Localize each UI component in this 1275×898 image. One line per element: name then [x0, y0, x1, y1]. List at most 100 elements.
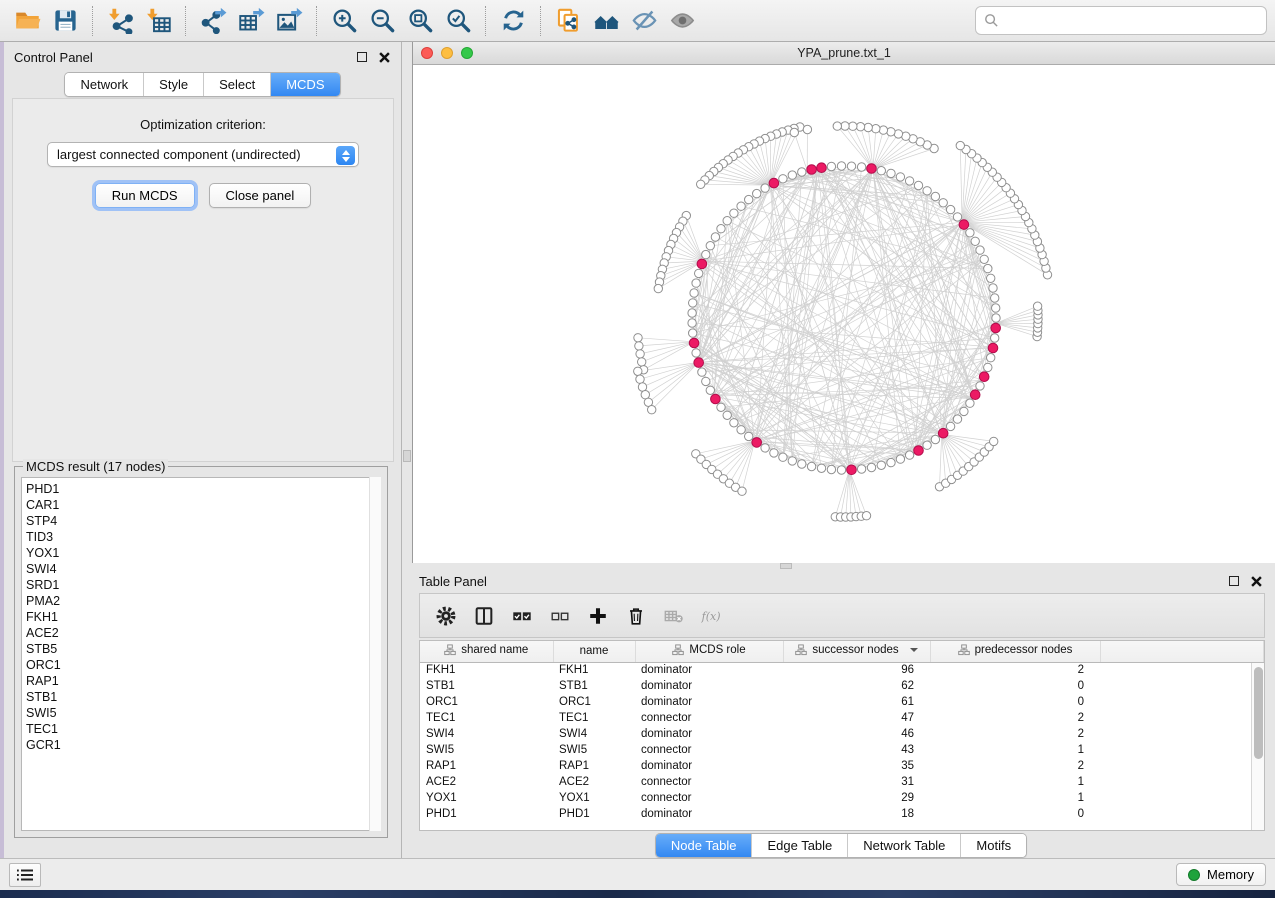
export-image-icon[interactable]: [270, 4, 308, 38]
mcds-result-item[interactable]: PHD1: [26, 481, 380, 497]
mcds-result-item[interactable]: SWI4: [26, 561, 380, 577]
table-cell[interactable]: PHD1: [420, 806, 553, 822]
tab-style[interactable]: Style: [143, 73, 203, 96]
search-input[interactable]: [1005, 13, 1258, 28]
network-canvas[interactable]: [413, 65, 1275, 562]
table-row[interactable]: PHD1PHD1dominator180: [420, 806, 1264, 822]
table-cell[interactable]: PHD1: [553, 806, 635, 822]
table-cell[interactable]: 46: [783, 726, 930, 742]
hide-selected-icon[interactable]: [625, 4, 663, 38]
tab-edge-table[interactable]: Edge Table: [751, 834, 847, 857]
mcds-result-item[interactable]: SWI5: [26, 705, 380, 721]
table-cell[interactable]: STB1: [420, 678, 553, 694]
table-cell[interactable]: dominator: [635, 758, 783, 774]
mcds-result-item[interactable]: SRD1: [26, 577, 380, 593]
table-cell[interactable]: connector: [635, 790, 783, 806]
table-cell[interactable]: STB1: [553, 678, 635, 694]
mcds-result-list[interactable]: PHD1CAR1STP4TID3YOX1SWI4SRD1PMA2FKH1ACE2…: [21, 477, 381, 831]
import-network-icon[interactable]: [101, 4, 139, 38]
memory-button[interactable]: Memory: [1176, 863, 1266, 886]
table-cell[interactable]: dominator: [635, 806, 783, 822]
show-all-icon[interactable]: [663, 4, 701, 38]
select-all-icon[interactable]: [506, 600, 538, 632]
mcds-result-item[interactable]: STP4: [26, 513, 380, 529]
table-cell[interactable]: YOX1: [420, 790, 553, 806]
table-scrollbar-thumb[interactable]: [1254, 667, 1263, 759]
table-row[interactable]: STB1STB1dominator620: [420, 678, 1264, 694]
table-cell[interactable]: 18: [783, 806, 930, 822]
tab-mcds[interactable]: MCDS: [270, 73, 339, 96]
table-cell[interactable]: connector: [635, 774, 783, 790]
table-cell[interactable]: FKH1: [553, 662, 635, 678]
tab-select[interactable]: Select: [203, 73, 270, 96]
open-file-icon[interactable]: [8, 4, 46, 38]
column-header-MCDS-role[interactable]: MCDS role: [635, 641, 783, 662]
table-cell[interactable]: 43: [783, 742, 930, 758]
import-table-icon[interactable]: [139, 4, 177, 38]
float-table-panel-icon[interactable]: [1229, 576, 1239, 586]
mcds-result-item[interactable]: TID3: [26, 529, 380, 545]
table-cell[interactable]: ORC1: [420, 694, 553, 710]
tab-node-table[interactable]: Node Table: [656, 834, 752, 857]
run-mcds-button[interactable]: Run MCDS: [95, 183, 195, 208]
table-cell[interactable]: SWI4: [420, 726, 553, 742]
zoom-fit-content-icon[interactable]: [401, 4, 439, 38]
table-cell[interactable]: 61: [783, 694, 930, 710]
mcds-list-scrollbar[interactable]: [369, 477, 381, 831]
column-header-predecessor-nodes[interactable]: predecessor nodes: [930, 641, 1100, 662]
save-session-icon[interactable]: [46, 4, 84, 38]
add-column-icon[interactable]: [582, 600, 614, 632]
column-header-successor-nodes[interactable]: successor nodes: [783, 641, 930, 662]
tab-network-table[interactable]: Network Table: [847, 834, 960, 857]
table-cell[interactable]: SWI5: [420, 742, 553, 758]
table-row[interactable]: ACE2ACE2connector311: [420, 774, 1264, 790]
float-panel-icon[interactable]: [357, 52, 367, 62]
table-cell[interactable]: 31: [783, 774, 930, 790]
first-neighbors-icon[interactable]: [587, 4, 625, 38]
table-cell[interactable]: ACE2: [553, 774, 635, 790]
table-cell[interactable]: 1: [930, 742, 1100, 758]
deselect-all-icon[interactable]: [544, 600, 576, 632]
table-cell[interactable]: 2: [930, 710, 1100, 726]
mcds-result-item[interactable]: ACE2: [26, 625, 380, 641]
table-cell[interactable]: SWI5: [553, 742, 635, 758]
zoom-in-icon[interactable]: [325, 4, 363, 38]
table-cell[interactable]: SWI4: [553, 726, 635, 742]
table-cell[interactable]: ACE2: [420, 774, 553, 790]
zoom-selected-icon[interactable]: [439, 4, 477, 38]
table-cell[interactable]: ORC1: [553, 694, 635, 710]
table-row[interactable]: TEC1TEC1connector472: [420, 710, 1264, 726]
mcds-result-item[interactable]: TEC1: [26, 721, 380, 737]
table-cell[interactable]: YOX1: [553, 790, 635, 806]
table-row[interactable]: YOX1YOX1connector291: [420, 790, 1264, 806]
table-cell[interactable]: dominator: [635, 726, 783, 742]
table-cell[interactable]: 2: [930, 726, 1100, 742]
mcds-result-item[interactable]: FKH1: [26, 609, 380, 625]
task-history-icon[interactable]: [9, 863, 41, 887]
table-row[interactable]: FKH1FKH1dominator962: [420, 662, 1264, 678]
table-cell[interactable]: 2: [930, 662, 1100, 678]
table-cell[interactable]: dominator: [635, 694, 783, 710]
table-cell[interactable]: connector: [635, 710, 783, 726]
network-graph[interactable]: [413, 65, 1275, 562]
table-cell[interactable]: 47: [783, 710, 930, 726]
table-row[interactable]: ORC1ORC1dominator610: [420, 694, 1264, 710]
table-cell[interactable]: 29: [783, 790, 930, 806]
table-cell[interactable]: 0: [930, 806, 1100, 822]
mcds-result-item[interactable]: YOX1: [26, 545, 380, 561]
table-cell[interactable]: TEC1: [420, 710, 553, 726]
mcds-result-item[interactable]: RAP1: [26, 673, 380, 689]
table-cell[interactable]: 0: [930, 678, 1100, 694]
table-settings-gear-icon[interactable]: [430, 600, 462, 632]
table-row[interactable]: SWI5SWI5connector431: [420, 742, 1264, 758]
network-window-titlebar[interactable]: YPA_prune.txt_1: [413, 42, 1275, 65]
mcds-result-item[interactable]: STB5: [26, 641, 380, 657]
duplicate-network-icon[interactable]: [549, 4, 587, 38]
table-cell[interactable]: 1: [930, 790, 1100, 806]
export-network-icon[interactable]: [194, 4, 232, 38]
table-cell[interactable]: 1: [930, 774, 1100, 790]
table-cell[interactable]: 0: [930, 694, 1100, 710]
mcds-result-item[interactable]: PMA2: [26, 593, 380, 609]
show-columns-icon[interactable]: [468, 600, 500, 632]
mcds-result-item[interactable]: GCR1: [26, 737, 380, 753]
